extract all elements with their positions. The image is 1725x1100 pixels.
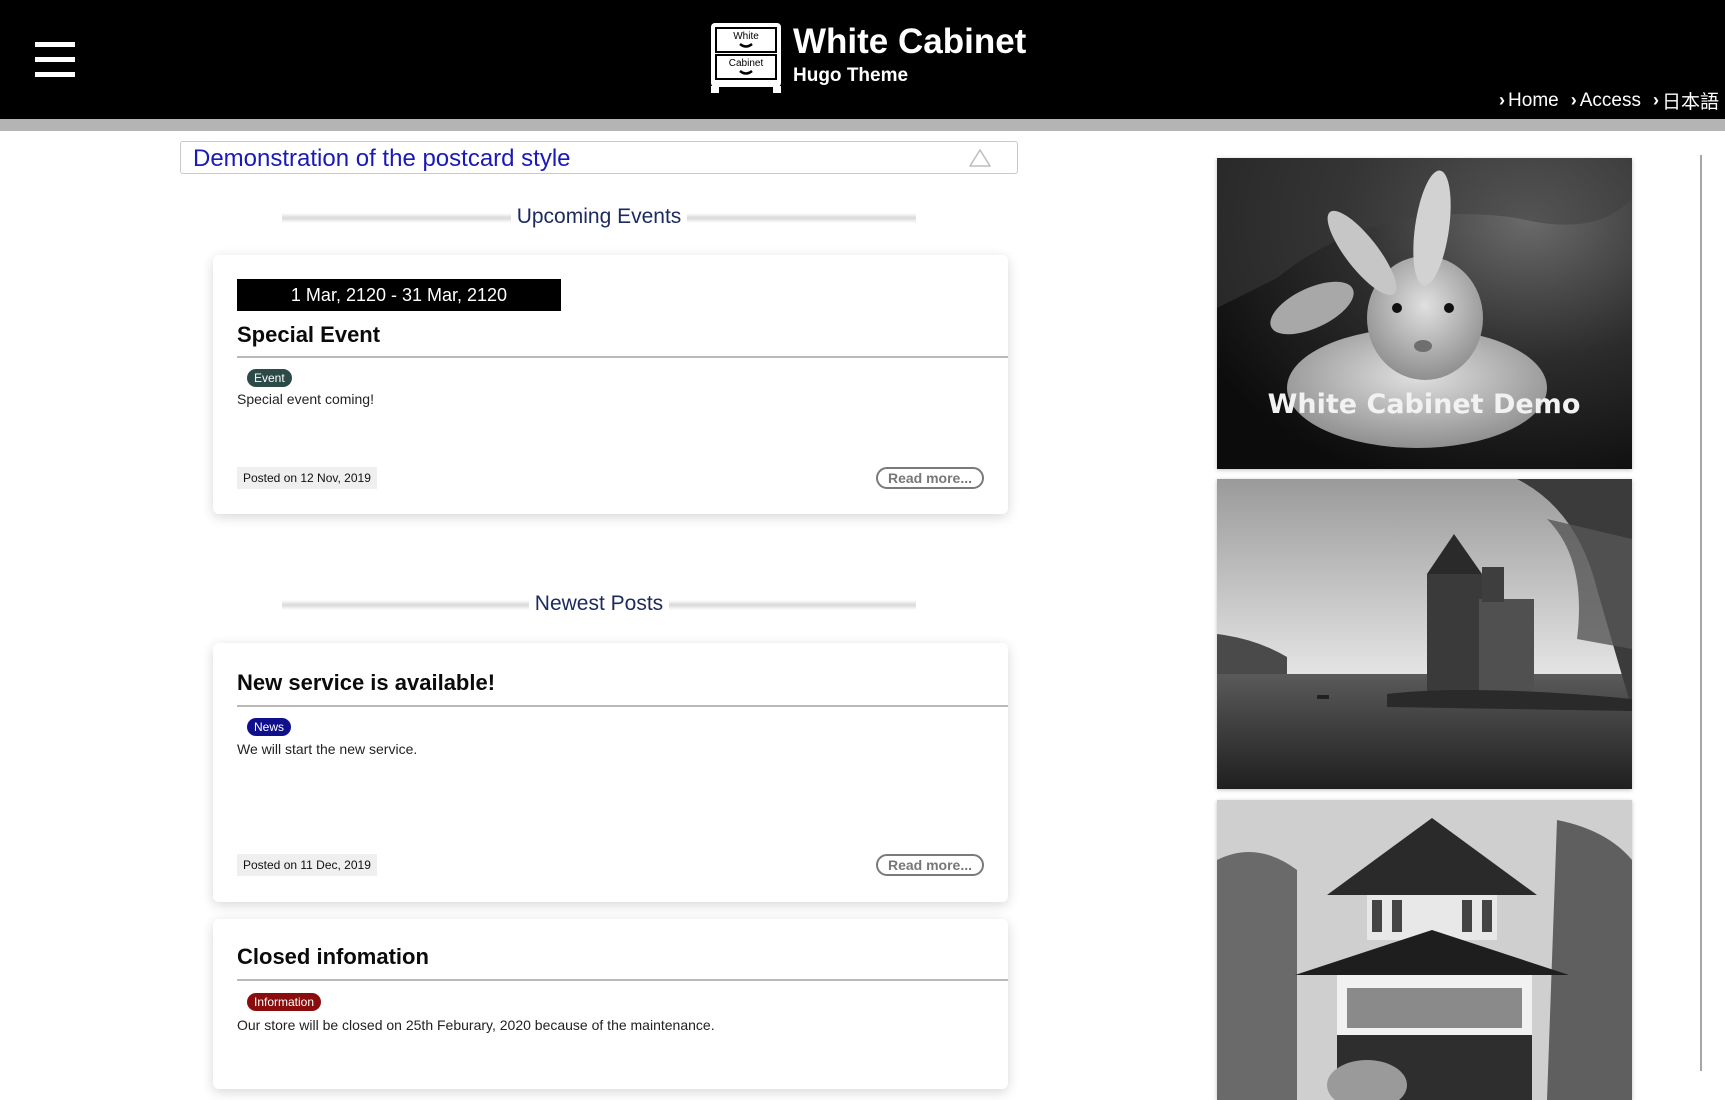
site-title[interactable]: White Cabinet bbox=[793, 22, 1026, 62]
castle-image[interactable] bbox=[1217, 479, 1632, 789]
card-title[interactable]: New service is available! bbox=[237, 670, 495, 696]
tag-badge[interactable]: Information bbox=[247, 993, 322, 1011]
read-more-button[interactable]: Read more... bbox=[876, 467, 984, 489]
card-divider bbox=[237, 705, 1008, 707]
nav-home-label: Home bbox=[1508, 89, 1559, 111]
read-more-button[interactable]: Read more... bbox=[876, 854, 984, 876]
card-divider bbox=[237, 356, 1008, 358]
post-card: Closed infomation Information Our store … bbox=[213, 919, 1008, 1089]
nav-access-label: Access bbox=[1579, 89, 1641, 111]
chevron-right-icon: › bbox=[1652, 90, 1659, 110]
event-card: 1 Mar, 2120 - 31 Mar, 2120 Special Event… bbox=[213, 255, 1008, 514]
site-header: White Cabinet White Cabinet Hugo Theme ›… bbox=[0, 0, 1725, 119]
posted-date: Posted on 11 Dec, 2019 bbox=[237, 854, 377, 876]
menu-icon[interactable] bbox=[35, 42, 75, 78]
newest-posts-title: Newest Posts bbox=[528, 592, 670, 615]
tag-badge[interactable]: Event bbox=[247, 369, 292, 387]
heading-label: Newest Posts bbox=[282, 592, 916, 616]
card-description: Special event coming! bbox=[237, 391, 374, 407]
upcoming-events-title: Upcoming Events bbox=[510, 205, 688, 228]
castle-photo bbox=[1217, 479, 1632, 789]
card-divider bbox=[237, 979, 1008, 981]
rabbit-photo: White Cabinet Demo bbox=[1217, 158, 1632, 469]
card-description: Our store will be closed on 25th Feburar… bbox=[237, 1017, 715, 1033]
rabbit-banner-image[interactable]: White Cabinet Demo bbox=[1217, 158, 1632, 469]
nav-home[interactable]: › Home bbox=[1499, 87, 1559, 114]
demo-collapsible-bar[interactable]: Demonstration of the postcard style bbox=[180, 141, 1018, 174]
banner-caption: White Cabinet Demo bbox=[1268, 389, 1581, 420]
top-nav: › Home › Access › 日本語 bbox=[1499, 87, 1719, 114]
upcoming-events-heading: Upcoming Events bbox=[282, 205, 916, 229]
card-description: We will start the new service. bbox=[237, 741, 418, 757]
event-date-range: 1 Mar, 2120 - 31 Mar, 2120 bbox=[237, 279, 561, 311]
logo-bottom-text: Cabinet bbox=[729, 58, 764, 69]
chevron-right-icon: › bbox=[1499, 90, 1506, 110]
posted-date: Posted on 12 Nov, 2019 bbox=[237, 467, 377, 489]
card-title[interactable]: Special Event bbox=[237, 322, 380, 348]
header-divider bbox=[0, 119, 1725, 131]
triangle-up-icon[interactable] bbox=[969, 149, 991, 167]
tag-badge[interactable]: News bbox=[247, 718, 292, 736]
newest-posts-heading: Newest Posts bbox=[282, 592, 916, 616]
card-title[interactable]: Closed infomation bbox=[237, 944, 429, 970]
scrollbar[interactable] bbox=[1700, 155, 1702, 1071]
cabinet-logo-icon[interactable]: White Cabinet bbox=[710, 22, 782, 94]
demo-bar-text: Demonstration of the postcard style bbox=[193, 145, 571, 172]
nav-japanese-label: 日本語 bbox=[1661, 92, 1719, 113]
nav-japanese[interactable]: › 日本語 bbox=[1653, 87, 1719, 114]
post-card: New service is available! News We will s… bbox=[213, 643, 1008, 902]
site-subtitle: Hugo Theme bbox=[793, 65, 909, 86]
pavilion-photo bbox=[1217, 800, 1632, 1100]
pavilion-image[interactable] bbox=[1217, 800, 1632, 1100]
chevron-right-icon: › bbox=[1570, 90, 1577, 110]
nav-access[interactable]: › Access bbox=[1571, 87, 1641, 114]
logo-top-text: White bbox=[733, 31, 759, 42]
heading-label: Upcoming Events bbox=[282, 205, 916, 229]
